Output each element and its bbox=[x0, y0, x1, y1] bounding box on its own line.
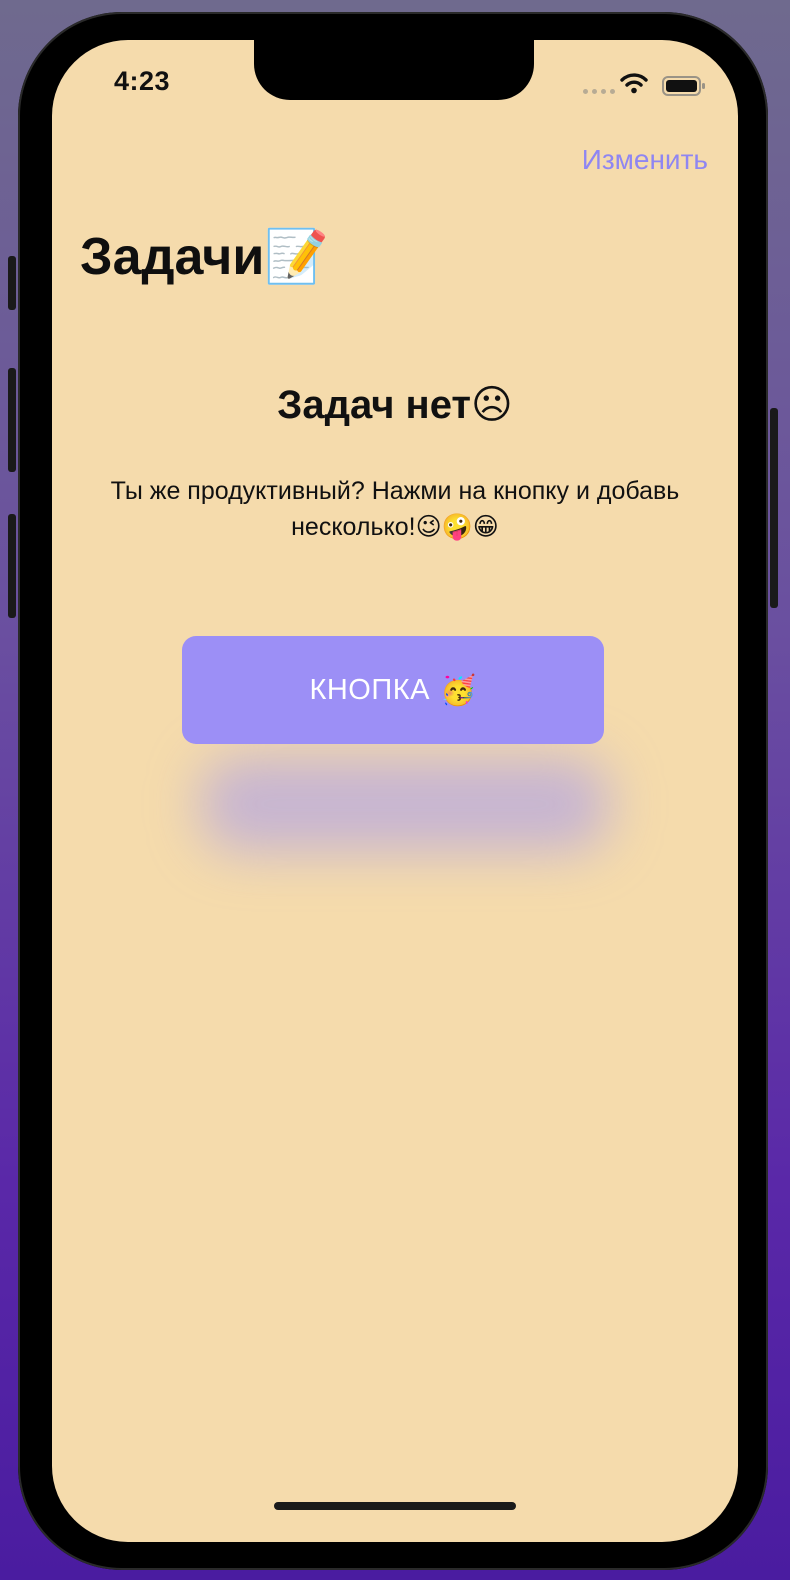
edit-button[interactable]: Изменить bbox=[582, 144, 708, 176]
volume-down-button bbox=[8, 514, 16, 618]
silent-switch bbox=[8, 256, 16, 310]
frowning-face-icon: ☹ bbox=[471, 382, 513, 428]
empty-state-title-text: Задач нет bbox=[277, 383, 472, 427]
home-indicator[interactable] bbox=[274, 1502, 516, 1510]
wifi-icon bbox=[620, 73, 648, 94]
volume-up-button bbox=[8, 368, 16, 472]
button-shadow bbox=[200, 756, 610, 852]
add-task-button-label: КНОПКА bbox=[309, 673, 430, 706]
winking-crazy-grinning-face-icons: 😉🤪😁 bbox=[415, 512, 499, 541]
empty-state-description: Ты же продуктивный? Нажми на кнопку и до… bbox=[92, 474, 698, 545]
add-task-button[interactable]: КНОПКА 🥳 bbox=[182, 636, 604, 744]
battery-icon bbox=[662, 76, 705, 96]
signal-dots-icon bbox=[583, 89, 615, 94]
empty-state-title: Задач нет☹ bbox=[52, 382, 738, 428]
status-time: 4:23 bbox=[114, 66, 171, 96]
page-title-text: Задачи bbox=[80, 228, 265, 286]
empty-state-description-text: Ты же продуктивный? Нажми на кнопку и до… bbox=[110, 477, 680, 541]
notch bbox=[254, 40, 534, 100]
partying-face-icon: 🥳 bbox=[439, 672, 477, 707]
power-button bbox=[770, 408, 778, 608]
page-title: Задачи📝 bbox=[80, 226, 329, 287]
app-screen: 4:23 Изменить Задачи📝 Задач нет☹ Ты же п… bbox=[52, 40, 738, 1542]
memo-icon: 📝 bbox=[264, 227, 330, 287]
